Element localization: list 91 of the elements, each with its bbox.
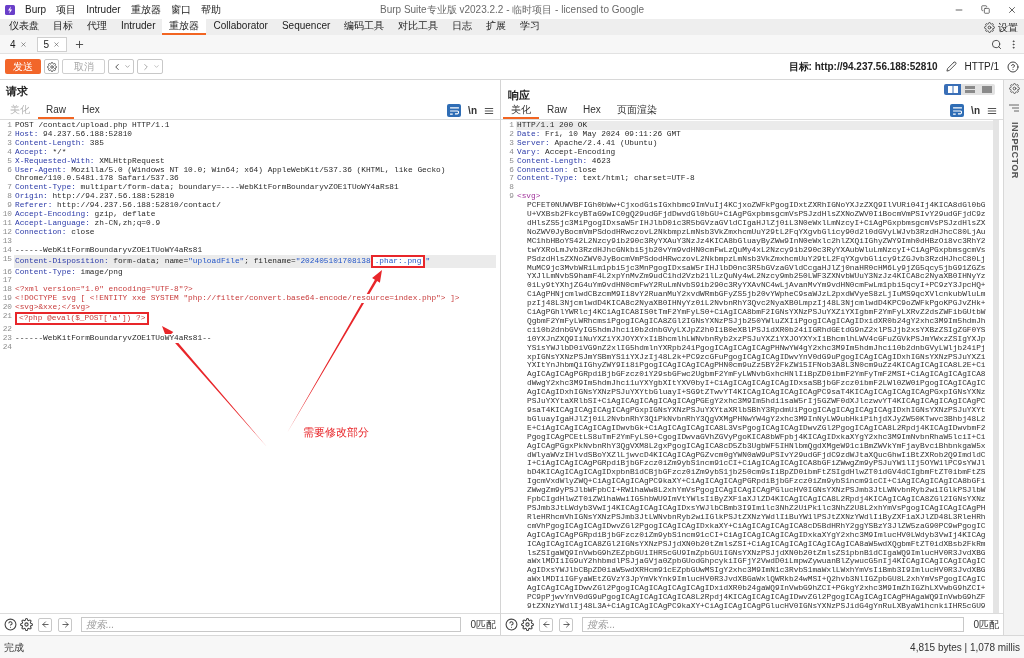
caret-down-icon	[123, 63, 131, 70]
menu-button[interactable]	[484, 105, 494, 116]
tab[interactable]: Raw	[38, 102, 74, 119]
settings-button[interactable]	[20, 618, 33, 631]
repeater-tab[interactable]: 5	[36, 36, 68, 52]
tool-tab[interactable]: 编码工具	[337, 19, 392, 35]
columns-icon	[947, 86, 958, 93]
match-count: 0匹配	[469, 618, 496, 632]
tab[interactable]: 美化	[503, 102, 539, 119]
help-icon	[4, 618, 17, 631]
pencil-icon	[945, 61, 957, 72]
arrow-left-icon	[40, 620, 50, 629]
previous-button[interactable]	[539, 617, 553, 632]
settings-icon	[46, 61, 57, 72]
next-button[interactable]	[58, 617, 72, 632]
search-field[interactable]: 搜索...	[582, 617, 965, 632]
tool-tab[interactable]: 日志	[445, 19, 480, 35]
help-icon	[1007, 60, 1019, 73]
menu-item[interactable]: Burp	[25, 2, 47, 17]
lightning-logo-icon	[5, 4, 15, 15]
settings-icon	[1008, 83, 1020, 94]
settings-icon	[521, 618, 534, 631]
settings-button[interactable]	[521, 618, 534, 631]
tool-tab[interactable]: 目标	[46, 19, 80, 35]
tab[interactable]: Raw	[539, 102, 575, 119]
protocol-button[interactable]: HTTP/1	[964, 59, 999, 74]
target-label: 目标: http://94.237.56.188:52810	[788, 60, 938, 74]
search-field[interactable]: 搜索...	[81, 617, 462, 632]
wrap-toggle[interactable]	[447, 104, 462, 117]
edit-target-button[interactable]	[945, 61, 957, 72]
tool-tab[interactable]: Intruder	[114, 19, 163, 35]
response-stats: 4,815 bytes | 1,078 millis	[910, 640, 1020, 655]
tool-tab[interactable]: Sequencer	[274, 19, 338, 35]
help-button[interactable]	[505, 618, 518, 631]
help-button[interactable]	[1007, 60, 1019, 73]
panel-title: 响应	[508, 88, 530, 103]
help-icon	[505, 618, 518, 631]
settings-icon	[984, 21, 995, 33]
close-icon[interactable]	[19, 40, 27, 48]
lines-icon	[1009, 104, 1019, 112]
menu-item[interactable]: Intruder	[86, 2, 121, 17]
arrow-right-icon	[60, 620, 70, 629]
menu-item[interactable]: 项目	[56, 2, 77, 17]
layout-toggle[interactable]	[978, 84, 995, 95]
arrow-left-icon	[541, 620, 551, 629]
tool-tab[interactable]: 对比工具	[391, 19, 446, 35]
menu-icon	[987, 105, 997, 116]
menu-item[interactable]: 重放器	[130, 2, 161, 17]
close-icon[interactable]	[1007, 4, 1017, 15]
match-count: 0匹配	[972, 618, 999, 632]
wrap-lines-icon	[952, 106, 962, 115]
tool-tab[interactable]: 扩展	[479, 19, 514, 35]
plus-icon	[74, 38, 86, 50]
layout-toggle[interactable]	[961, 84, 978, 95]
tool-tab[interactable]: 仪表盘	[2, 19, 46, 35]
help-button[interactable]	[4, 618, 17, 631]
menu-button[interactable]	[987, 105, 997, 116]
layout-toggle[interactable]	[944, 84, 961, 95]
next-button[interactable]	[559, 617, 573, 632]
previous-button[interactable]	[38, 617, 52, 632]
inspector-label[interactable]: INSPECTOR	[1007, 122, 1021, 179]
tab[interactable]: Hex	[74, 102, 108, 119]
newline-toggle[interactable]: \n	[468, 105, 477, 116]
wrap-toggle[interactable]	[950, 104, 965, 117]
tool-tab[interactable]: 重放器	[162, 19, 207, 35]
tool-tab[interactable]: 代理	[80, 19, 114, 35]
tab[interactable]: 页面渲染	[608, 102, 665, 119]
annotation-text: 需要修改部分	[303, 425, 369, 440]
close-icon[interactable]	[53, 40, 61, 48]
scrollbar[interactable]	[993, 120, 999, 613]
window-title: Burp Suite专业版 v2023.2.2 - 临时项目 - licensed to Google	[380, 3, 644, 17]
settings-icon	[20, 618, 33, 631]
square-icon	[981, 86, 992, 93]
wrap-lines-icon	[449, 106, 459, 115]
status-text: 完成	[4, 640, 24, 655]
newline-toggle[interactable]: \n	[971, 105, 980, 116]
menu-item[interactable]: 帮助	[200, 2, 221, 17]
caret-down-icon	[152, 63, 160, 70]
settings-button[interactable]: 设置	[984, 19, 1024, 35]
add-tab-button[interactable]	[74, 38, 86, 50]
menu-item[interactable]: 窗口	[170, 2, 191, 17]
restore-icon[interactable]	[981, 5, 990, 14]
rows-icon	[964, 86, 975, 93]
menu-icon	[484, 105, 494, 116]
tool-tab[interactable]: 学习	[513, 19, 548, 35]
search-icon[interactable]	[991, 38, 1002, 50]
arrow-right-icon	[561, 620, 571, 629]
tab[interactable]: Hex	[575, 102, 609, 119]
panel-title: 请求	[6, 84, 28, 100]
tool-tab[interactable]: Collaborator	[206, 19, 275, 35]
repeater-tab[interactable]: 4	[3, 36, 34, 52]
